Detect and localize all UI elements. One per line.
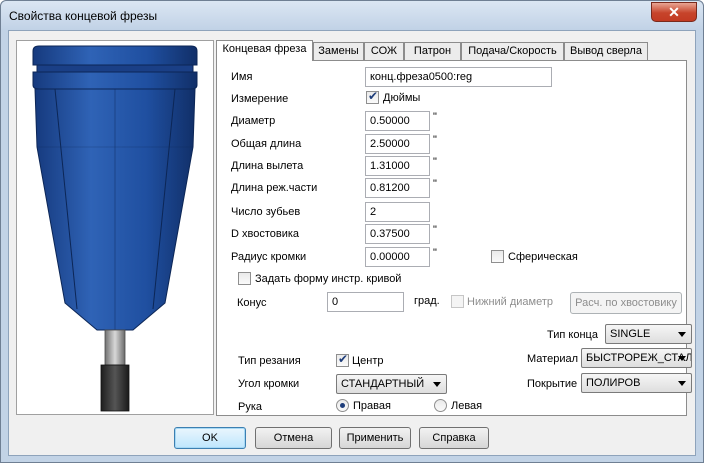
close-icon: ✕ bbox=[668, 4, 680, 20]
material-label: Материал bbox=[527, 353, 578, 365]
lower-diameter-checkbox[interactable] bbox=[451, 295, 464, 308]
cut-type-label: Тип резания bbox=[238, 355, 301, 367]
stickout-length-field[interactable]: 1.31000 bbox=[365, 156, 430, 176]
tab-coolant[interactable]: СОЖ bbox=[364, 42, 404, 60]
stickout-length-label: Длина вылета bbox=[231, 160, 304, 172]
window-title: Свойства концевой фрезы bbox=[9, 9, 158, 23]
ok-button[interactable]: OK bbox=[174, 427, 246, 449]
taper-unit: град. bbox=[414, 295, 440, 307]
diameter-label: Диаметр bbox=[231, 115, 276, 127]
name-label: Имя bbox=[231, 71, 253, 83]
diameter-field[interactable]: 0.50000 bbox=[365, 111, 430, 131]
diameter-unit: " bbox=[433, 111, 437, 123]
tab-end-mill[interactable]: Концевая фреза bbox=[216, 40, 313, 61]
tool-holder-graphic bbox=[32, 45, 198, 412]
curve-shape-label: Задать форму инстр. кривой bbox=[255, 273, 402, 285]
flutes-label: Число зубьев bbox=[231, 206, 301, 218]
edge-angle-select[interactable]: СТАНДАРТНЫЙ bbox=[336, 374, 447, 394]
shank-diameter-label: D хвостовика bbox=[231, 228, 300, 240]
dialog-client: Концевая фреза Замены СОЖ Патрон Подача/… bbox=[8, 30, 696, 456]
inches-checkbox[interactable] bbox=[366, 89, 379, 104]
corner-radius-label: Радиус кромки bbox=[231, 251, 307, 263]
center-cut-label: Центр bbox=[352, 355, 384, 367]
chevron-down-icon bbox=[678, 332, 686, 337]
taper-field[interactable]: 0 bbox=[327, 292, 404, 312]
overall-length-label: Общая длина bbox=[231, 138, 302, 150]
help-button[interactable]: Справка bbox=[419, 427, 489, 449]
chevron-down-icon bbox=[678, 381, 686, 386]
corner-radius-field[interactable]: 0.00000 bbox=[365, 247, 430, 267]
hand-left-radio[interactable] bbox=[434, 399, 447, 412]
coating-label: Покрытие bbox=[527, 378, 578, 390]
material-value: БЫСТРОРЕЖ_СТАЛЬ bbox=[586, 352, 691, 364]
tab-feed-speed[interactable]: Подача/Скорость bbox=[461, 42, 564, 60]
hand-right-label: Правая bbox=[353, 400, 391, 412]
close-button[interactable]: ✕ bbox=[651, 2, 697, 22]
overall-length-field[interactable]: 2.50000 bbox=[365, 134, 430, 154]
tab-holder[interactable]: Патрон bbox=[404, 42, 461, 60]
shank-diameter-unit: " bbox=[433, 224, 437, 236]
calc-by-shank-button[interactable]: Расч. по хвостовику bbox=[570, 292, 682, 314]
spherical-label: Сферическая bbox=[508, 251, 578, 263]
hand-right-radio[interactable] bbox=[336, 399, 349, 412]
dialog-window: Свойства концевой фрезы ✕ Концевая фреза… bbox=[0, 0, 704, 463]
corner-radius-unit: " bbox=[433, 247, 437, 259]
cutting-length-label: Длина реж.части bbox=[231, 182, 318, 194]
hand-left-label: Левая bbox=[451, 400, 483, 412]
end-type-label: Тип конца bbox=[547, 329, 598, 341]
chevron-down-icon bbox=[433, 382, 441, 387]
apply-button[interactable]: Применить bbox=[339, 427, 411, 449]
hand-label: Рука bbox=[238, 401, 263, 413]
center-cut-checkbox[interactable] bbox=[336, 352, 349, 367]
coating-value: ПОЛИРОВ bbox=[586, 377, 641, 389]
overall-length-unit: " bbox=[433, 134, 437, 146]
material-select[interactable]: БЫСТРОРЕЖ_СТАЛЬ bbox=[581, 348, 692, 368]
tab-replacements[interactable]: Замены bbox=[313, 42, 364, 60]
taper-label: Конус bbox=[237, 297, 267, 309]
end-mill-panel: Имя конц.фреза0500:reg Измерение Дюймы Д… bbox=[216, 60, 692, 416]
chevron-down-icon bbox=[678, 356, 686, 361]
curve-shape-checkbox[interactable] bbox=[238, 272, 251, 285]
coating-select[interactable]: ПОЛИРОВ bbox=[581, 373, 692, 393]
edge-angle-value: СТАНДАРТНЫЙ bbox=[341, 378, 425, 390]
spherical-checkbox[interactable] bbox=[491, 250, 504, 263]
shank-diameter-field[interactable]: 0.37500 bbox=[365, 224, 430, 244]
tab-drill-output[interactable]: Вывод сверла bbox=[564, 42, 648, 60]
cutting-length-field[interactable]: 0.81200 bbox=[365, 178, 430, 198]
lower-diameter-label: Нижний диаметр bbox=[467, 296, 554, 308]
title-bar: Свойства концевой фрезы ✕ bbox=[1, 1, 703, 30]
inches-label: Дюймы bbox=[383, 92, 421, 104]
edge-angle-label: Угол кромки bbox=[238, 378, 300, 390]
end-type-select[interactable]: SINGLE bbox=[605, 324, 692, 344]
flutes-field[interactable]: 2 bbox=[365, 202, 430, 222]
name-field[interactable]: конц.фреза0500:reg bbox=[365, 67, 552, 87]
units-label: Измерение bbox=[231, 93, 289, 105]
tool-preview bbox=[16, 40, 214, 415]
cutting-length-unit: " bbox=[433, 178, 437, 190]
stickout-length-unit: " bbox=[433, 156, 437, 168]
cancel-button[interactable]: Отмена bbox=[255, 427, 332, 449]
